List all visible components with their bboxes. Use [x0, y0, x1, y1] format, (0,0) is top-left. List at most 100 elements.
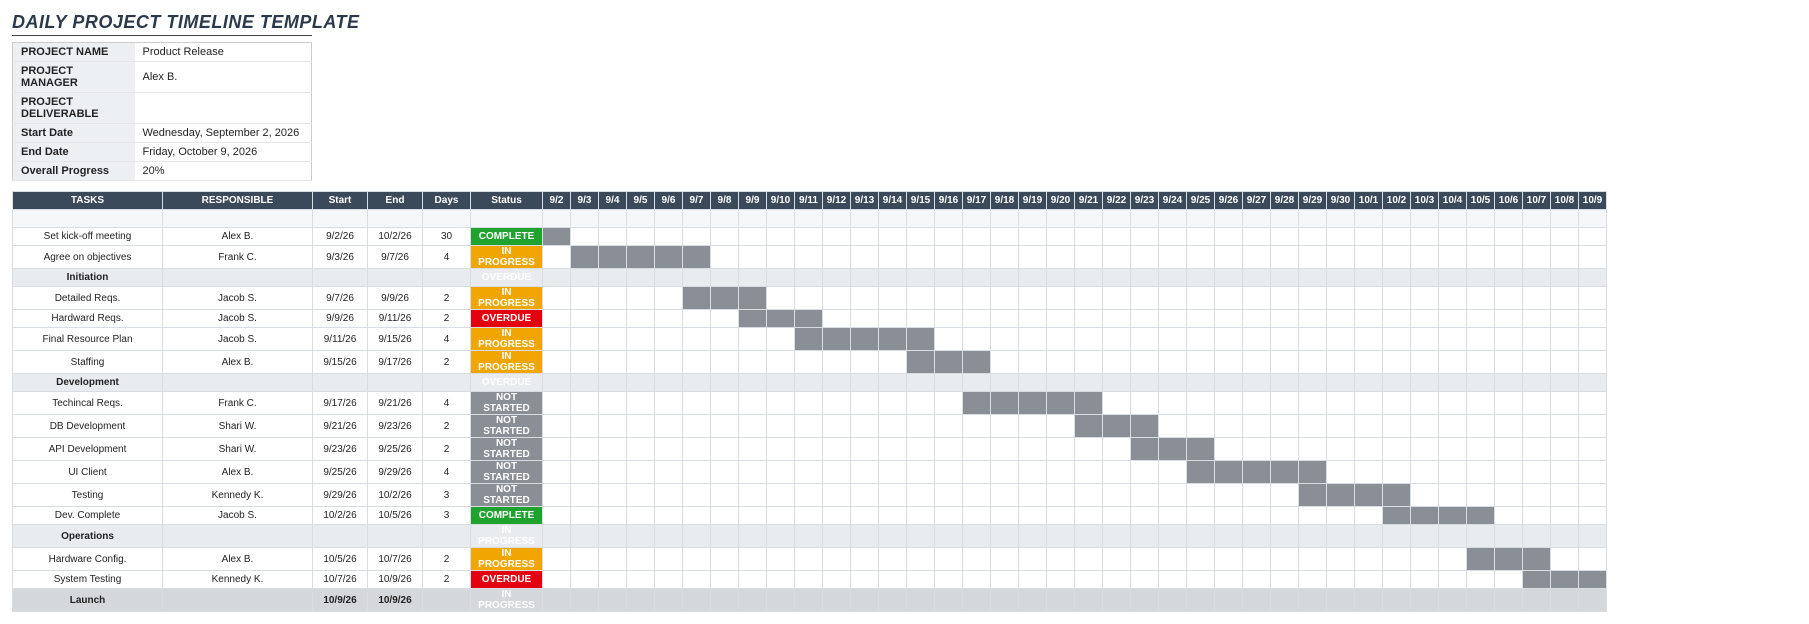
- gantt-cell: [1495, 246, 1523, 269]
- gantt-cell: [1215, 228, 1243, 246]
- gantt-cell: [1131, 287, 1159, 310]
- gantt-cell: [1579, 246, 1607, 269]
- blank-cell: [1271, 210, 1299, 228]
- gantt-cell: [1579, 269, 1607, 287]
- gantt-cell: [767, 438, 795, 461]
- gantt-cell: [991, 392, 1019, 415]
- blank-cell: [471, 210, 543, 228]
- meta-label-progress: Overall Progress: [13, 162, 135, 181]
- gantt-cell: [1215, 310, 1243, 328]
- col-start: Start: [313, 192, 368, 210]
- gantt-cell: [907, 571, 935, 589]
- meta-value-start: Wednesday, September 2, 2026: [135, 124, 312, 143]
- gantt-cell: [1159, 228, 1187, 246]
- date-header: 9/29: [1299, 192, 1327, 210]
- gantt-cell: [767, 228, 795, 246]
- blank-cell: [163, 210, 313, 228]
- gantt-cell: [879, 438, 907, 461]
- gantt-cell: [655, 310, 683, 328]
- gantt-cell: [935, 525, 963, 548]
- gantt-cell: [851, 571, 879, 589]
- gantt-cell: [599, 328, 627, 351]
- end-cell: 10/5/26: [368, 507, 423, 525]
- gantt-cell: [1047, 571, 1075, 589]
- gantt-cell: [963, 484, 991, 507]
- gantt-cell: [599, 507, 627, 525]
- days-cell: 2: [423, 351, 471, 374]
- gantt-cell: [1187, 415, 1215, 438]
- gantt-cell: [1411, 438, 1439, 461]
- status-cell: NOT STARTED: [471, 461, 543, 484]
- gantt-cell: [1019, 589, 1047, 612]
- gantt-cell: [1103, 525, 1131, 548]
- gantt-cell: [1495, 507, 1523, 525]
- gantt-cell: [907, 269, 935, 287]
- gantt-cell: [1243, 507, 1271, 525]
- gantt-cell: [1271, 415, 1299, 438]
- date-header: 9/15: [907, 192, 935, 210]
- gantt-cell: [963, 415, 991, 438]
- gantt-cell: [1103, 484, 1131, 507]
- gantt-cell: [879, 328, 907, 351]
- gantt-cell: [879, 287, 907, 310]
- gantt-cell: [1131, 589, 1159, 612]
- gantt-cell: [1131, 484, 1159, 507]
- days-cell: [423, 269, 471, 287]
- gantt-cell: [1523, 548, 1551, 571]
- gantt-cell: [767, 351, 795, 374]
- gantt-cell: [1439, 438, 1467, 461]
- gantt-cell: [1579, 287, 1607, 310]
- gantt-cell: [711, 484, 739, 507]
- gantt-cell: [1243, 484, 1271, 507]
- gantt-cell: [683, 287, 711, 310]
- gantt-cell: [1495, 269, 1523, 287]
- gantt-cell: [627, 507, 655, 525]
- date-header: 9/8: [711, 192, 739, 210]
- gantt-cell: [1075, 310, 1103, 328]
- gantt-cell: [599, 228, 627, 246]
- gantt-cell: [879, 571, 907, 589]
- gantt-cell: [1383, 548, 1411, 571]
- gantt-cell: [1215, 351, 1243, 374]
- project-meta-table: PROJECT NAMEProduct Release PROJECT MANA…: [12, 42, 312, 181]
- gantt-cell: [543, 589, 571, 612]
- blank-cell: [571, 210, 599, 228]
- responsible-cell: Shari W.: [163, 438, 313, 461]
- gantt-cell: [1579, 525, 1607, 548]
- gantt-cell: [767, 548, 795, 571]
- days-cell: [423, 525, 471, 548]
- gantt-cell: [1019, 310, 1047, 328]
- date-header: 9/26: [1215, 192, 1243, 210]
- gantt-cell: [1523, 310, 1551, 328]
- gantt-cell: [907, 310, 935, 328]
- gantt-cell: [599, 415, 627, 438]
- gantt-cell: [1411, 328, 1439, 351]
- gantt-cell: [851, 269, 879, 287]
- gantt-cell: [1579, 589, 1607, 612]
- date-header: 9/30: [1327, 192, 1355, 210]
- blank-cell: [1355, 210, 1383, 228]
- gantt-cell: [571, 328, 599, 351]
- gantt-cell: [1411, 310, 1439, 328]
- gantt-cell: [571, 269, 599, 287]
- gantt-cell: [1103, 351, 1131, 374]
- gantt-cell: [1523, 287, 1551, 310]
- gantt-cell: [935, 415, 963, 438]
- gantt-cell: [655, 415, 683, 438]
- col-responsible: RESPONSIBLE: [163, 192, 313, 210]
- gantt-cell: [1159, 310, 1187, 328]
- gantt-cell: [1019, 287, 1047, 310]
- gantt-cell: [655, 392, 683, 415]
- start-cell: [313, 269, 368, 287]
- end-cell: 9/29/26: [368, 461, 423, 484]
- gantt-cell: [1579, 571, 1607, 589]
- gantt-cell: [1411, 415, 1439, 438]
- blank-cell: [823, 210, 851, 228]
- gantt-cell: [1523, 438, 1551, 461]
- task-cell: DB Development: [13, 415, 163, 438]
- gantt-cell: [1019, 269, 1047, 287]
- gantt-cell: [627, 589, 655, 612]
- gantt-cell: [571, 525, 599, 548]
- gantt-cell: [823, 548, 851, 571]
- blank-cell: [655, 210, 683, 228]
